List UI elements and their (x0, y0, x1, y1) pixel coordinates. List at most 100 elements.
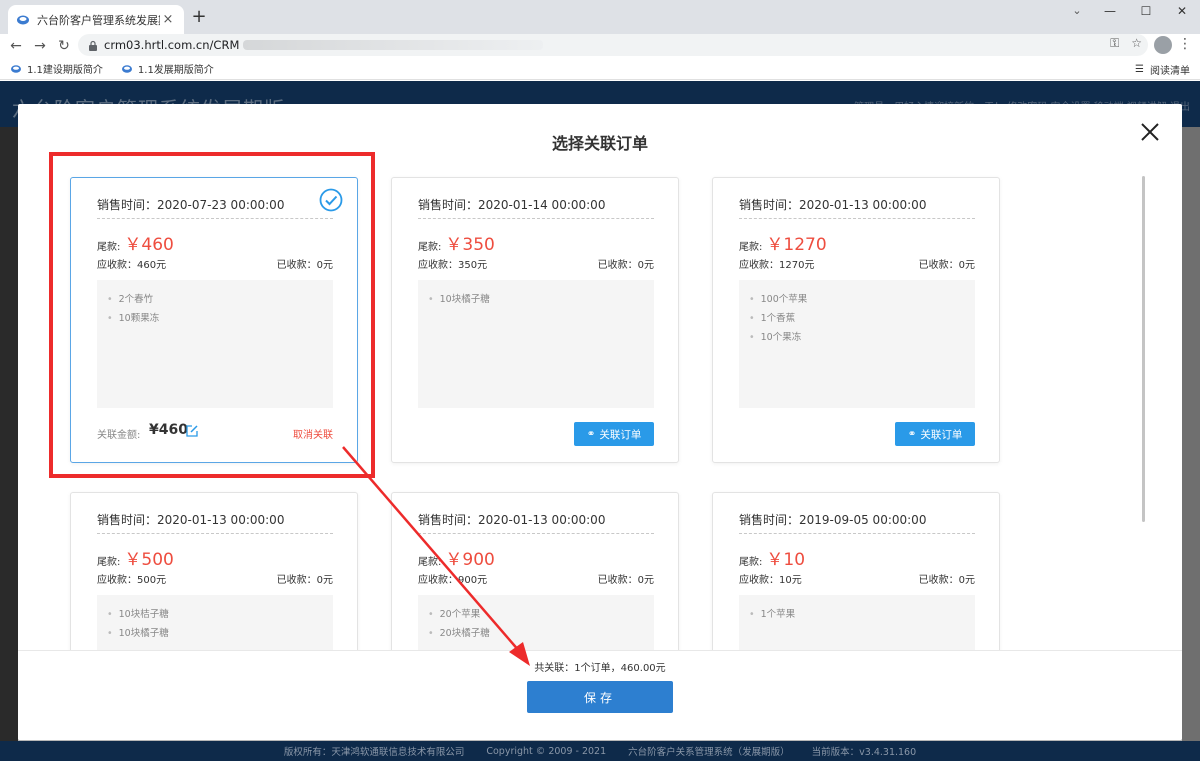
reading-list-button[interactable]: ☰ 阅读清单 (1135, 62, 1190, 77)
link-order-label: 关联订单 (599, 428, 642, 441)
minimize-icon[interactable]: — (1092, 0, 1128, 22)
close-icon[interactable] (1138, 120, 1162, 144)
bookmark-star-icon[interactable]: ☆ (1131, 36, 1142, 51)
order-item: 20块橘子糖 (428, 624, 654, 643)
sale-date: 销售时间：2020-01-14 00:00:00 (418, 198, 606, 212)
address-bar[interactable]: crm03.hrtl.com.cn/CRM ⚿ ☆ (78, 34, 1148, 56)
balance-value: ￥10 (766, 550, 806, 570)
footer-copyright: Copyright © 2009 - 2021 (486, 745, 607, 757)
sale-date: 销售时间：2020-01-13 00:00:00 (739, 198, 927, 212)
footer-version: 当前版本：v3.4.31.160 (811, 747, 917, 758)
card-actions: ⚭ 关联订单 (418, 422, 654, 446)
link-order-button[interactable]: ⚭ 关联订单 (574, 422, 654, 446)
forward-icon[interactable]: → (28, 34, 52, 58)
received-text: 已收款：0元 (597, 575, 654, 586)
divider (739, 533, 975, 534)
divider (739, 218, 975, 219)
new-tab-icon[interactable]: + (189, 7, 209, 27)
sale-date: 销售时间：2020-01-13 00:00:00 (418, 513, 606, 527)
reload-icon[interactable]: ↻ (52, 34, 76, 58)
receivable-text: 应收款：350元 (418, 260, 488, 271)
balance-value: ￥900 (445, 550, 495, 570)
divider (418, 218, 654, 219)
tab-close-icon[interactable]: × (160, 12, 176, 27)
bookmark-item[interactable]: 1.1发展期版简介 (121, 61, 214, 76)
dialog-title: 选择关联订单 (551, 134, 648, 153)
url-text: crm03.hrtl.com.cn/CRM (104, 38, 240, 52)
order-item: 20个苹果 (428, 605, 654, 624)
back-icon[interactable]: ← (4, 34, 28, 58)
order-card[interactable]: 销售时间：2020-01-13 00:00:00 尾款: ￥1270 应收款：1… (712, 177, 1000, 463)
balance-label: 尾款: (739, 242, 763, 253)
receivable-text: 应收款：1270元 (739, 260, 815, 271)
url-redacted (243, 40, 544, 50)
receivable-text: 应收款：900元 (418, 575, 488, 586)
balance-label: 尾款: (418, 557, 442, 568)
scrollbar-thumb[interactable] (1142, 176, 1145, 522)
sale-date: 销售时间：2019-09-05 00:00:00 (739, 513, 927, 527)
received-text: 已收款：0元 (918, 260, 975, 271)
order-item: 10个果冻 (749, 328, 975, 347)
balance-row: 尾款: ￥10 (739, 545, 805, 570)
browser-toolbar: ← → ↻ crm03.hrtl.com.cn/CRM ⚿ ☆ (0, 34, 1200, 58)
footer-owner: 版权所有：天津鸿软通联信息技术有限公司 (283, 747, 465, 758)
bookmark-favicon-icon (121, 64, 132, 73)
app-sidebar (0, 127, 18, 741)
divider (97, 533, 333, 534)
browser-tabstrip: 六台阶客户管理系统发展期版 × + ⌄ — ☐ ✕ (0, 0, 1200, 34)
tab-title: 六台阶客户管理系统发展期版 (37, 13, 160, 27)
order-items: 100个苹果 1个香蕉 10个果冻 (739, 280, 975, 408)
bookmark-favicon-icon (11, 64, 21, 73)
balance-value: ￥500 (124, 550, 174, 570)
annotation-highlight-box (49, 152, 375, 478)
save-button[interactable]: 保存 (527, 681, 673, 713)
dialog-footer: 共关联：1个订单，460.00元 保存 (18, 650, 1182, 740)
app-right-panel (1182, 127, 1200, 741)
order-item: 10块橘子糖 (107, 624, 333, 643)
received-text: 已收款：0元 (918, 575, 975, 586)
link-icon: ⚭ (586, 428, 596, 440)
reading-list-label: 阅读清单 (1150, 66, 1190, 77)
balance-row: 尾款: ￥1270 (739, 230, 827, 255)
reading-list-icon: ☰ (1135, 64, 1144, 75)
balance-row: 尾款: ￥900 (418, 545, 495, 570)
balance-label: 尾款: (418, 242, 442, 253)
key-icon[interactable]: ⚿ (1110, 36, 1119, 51)
link-icon: ⚭ (907, 428, 917, 440)
window-close-icon[interactable]: ✕ (1164, 0, 1200, 22)
balance-label: 尾款: (739, 557, 763, 568)
order-card[interactable]: 销售时间：2020-01-14 00:00:00 尾款: ￥350 应收款：35… (391, 177, 679, 463)
card-actions: ⚭ 关联订单 (739, 422, 975, 446)
tab-search-icon[interactable]: ⌄ (1062, 0, 1092, 22)
link-order-button[interactable]: ⚭ 关联订单 (895, 422, 975, 446)
balance-label: 尾款: (97, 557, 121, 568)
divider (418, 533, 654, 534)
order-items: 10块橘子糖 (418, 280, 654, 408)
site-favicon-icon (17, 15, 29, 24)
received-text: 已收款：0元 (276, 575, 333, 586)
bookmarks-bar: 1.1建设期版简介 1.1发展期版简介 ☰ 阅读清单 (0, 58, 1200, 80)
bookmark-label: 1.1发展期版简介 (137, 65, 214, 76)
bookmark-label: 1.1建设期版简介 (27, 65, 103, 76)
received-text: 已收款：0元 (597, 260, 654, 271)
link-order-label: 关联订单 (920, 428, 963, 441)
sale-date: 销售时间：2020-01-13 00:00:00 (97, 513, 285, 527)
browser-menu-icon[interactable]: ⋮ (1178, 36, 1192, 52)
balance-row: 尾款: ￥500 (97, 545, 174, 570)
balance-row: 尾款: ￥350 (418, 230, 495, 255)
association-summary: 共关联：1个订单，460.00元 (534, 663, 666, 674)
window-controls: — ☐ ✕ (1092, 0, 1200, 22)
order-item: 1个香蕉 (749, 309, 975, 328)
maximize-icon[interactable]: ☐ (1128, 0, 1164, 22)
order-item: 10块橘子糖 (428, 290, 654, 309)
balance-value: ￥1270 (766, 235, 827, 255)
footer-system: 六台阶客户关系管理系统（发展期版） (628, 747, 790, 758)
order-item: 10块桔子糖 (107, 605, 333, 624)
browser-tab[interactable]: 六台阶客户管理系统发展期版 × (8, 5, 184, 34)
order-item: 100个苹果 (749, 290, 975, 309)
bookmark-item[interactable]: 1.1建设期版简介 (10, 61, 103, 76)
profile-avatar[interactable] (1154, 36, 1172, 54)
receivable-text: 应收款：500元 (97, 575, 167, 586)
lock-icon (89, 40, 97, 51)
order-item: 1个苹果 (749, 605, 975, 624)
